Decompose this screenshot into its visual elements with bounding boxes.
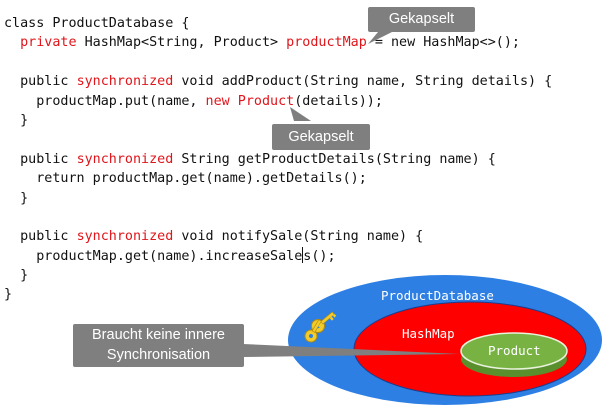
label-productdatabase: ProductDatabase — [381, 288, 494, 303]
callout-no-inner-sync-line2: Synchronisation — [106, 347, 211, 363]
callout-encapsulated-mid: Gekapselt — [272, 124, 370, 150]
callout-encapsulated-top: Gekapselt — [368, 7, 475, 32]
callout-no-inner-sync-line1: Braucht keine innere — [92, 327, 225, 343]
label-hashmap: HashMap — [402, 326, 455, 341]
callout-pointer-mid — [290, 107, 311, 121]
callout-no-inner-sync: Braucht keine innere Synchronisation — [73, 324, 244, 367]
label-product: Product — [488, 343, 541, 358]
